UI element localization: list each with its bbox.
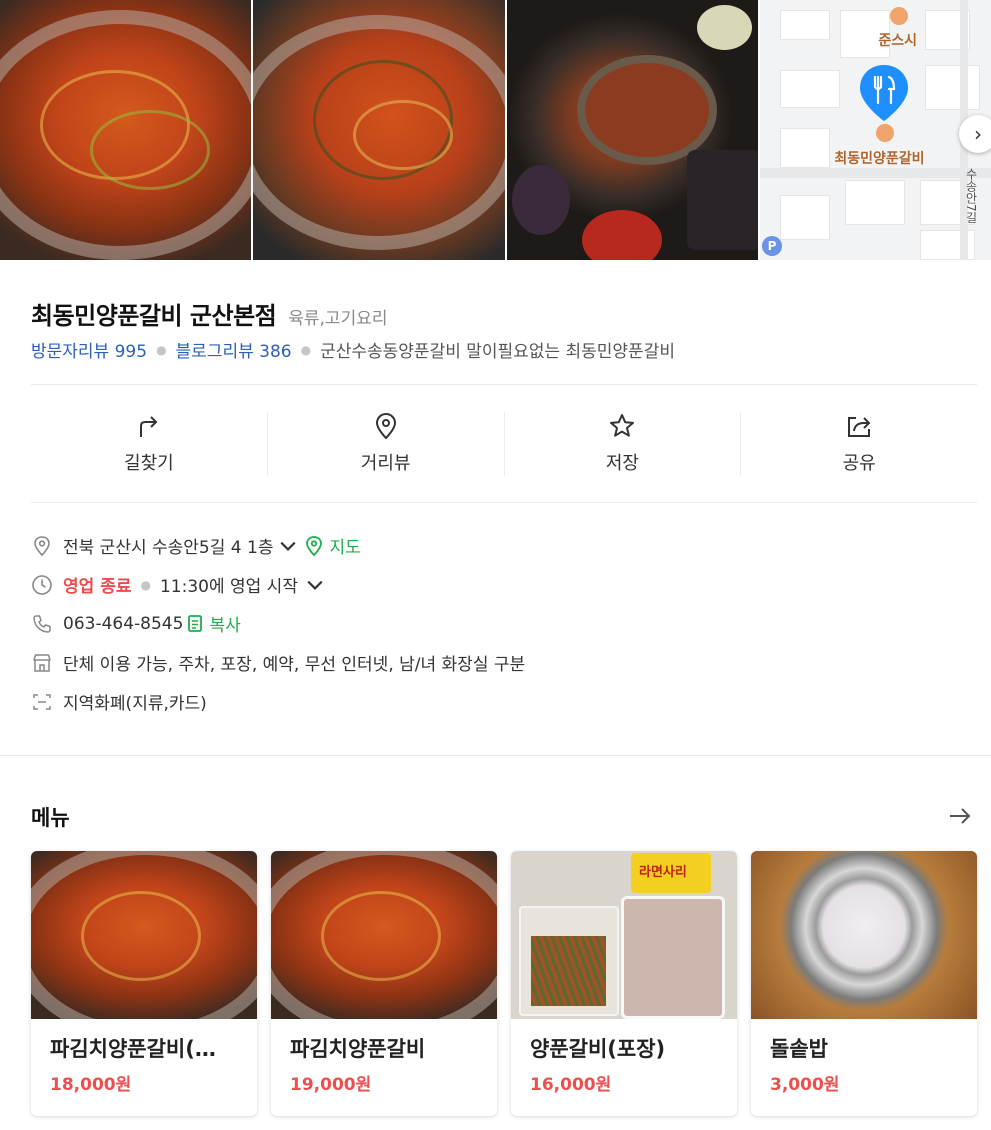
- directions-icon: [139, 416, 158, 437]
- menu-card[interactable]: 파김치양푼갈비(… 18,000원: [31, 851, 257, 1116]
- address-text: 전북 군산시 수송안5길 4 1층: [63, 538, 274, 558]
- clock-icon: [32, 574, 52, 595]
- map-pin-icon[interactable]: [858, 63, 910, 123]
- menu-photo: [31, 851, 257, 1019]
- menu-item-price: 3,000원: [770, 1075, 840, 1095]
- menu-card[interactable]: 파김치양푼갈비 19,000원: [271, 851, 497, 1116]
- payment-text: 지역화폐(지류,카드): [63, 694, 207, 714]
- divider: [31, 502, 977, 503]
- map-pin-label: 최동민양푼갈비: [834, 151, 925, 167]
- photo-next-button[interactable]: ›: [959, 115, 991, 153]
- store-icon: [33, 653, 51, 672]
- chevron-down-icon[interactable]: [279, 537, 297, 555]
- menu-item-name: 파김치양푼갈비: [290, 1037, 426, 1061]
- payment-row: 지역화폐(지류,카드): [31, 689, 207, 714]
- phone-number[interactable]: 063-464-8545: [63, 614, 183, 634]
- save-label: 저장: [605, 453, 639, 474]
- opening-hours: 11:30에 영업 시작: [159, 577, 298, 597]
- location-icon: [34, 535, 50, 556]
- separator-dot: ●: [300, 342, 312, 357]
- menu-item-price: 16,000원: [530, 1075, 612, 1095]
- menu-item-name: 파김치양푼갈비(…: [50, 1037, 216, 1061]
- review-row: 방문자리뷰 995 ● 블로그리뷰 386 ● 군산수송동양푼갈비 말이필요없는…: [31, 337, 675, 362]
- visitor-review-link[interactable]: 방문자리뷰 995: [31, 337, 147, 362]
- separator-dot: ●: [156, 342, 167, 357]
- hours-row: 영업 종료 ● 11:30에 영업 시작: [31, 572, 324, 597]
- star-icon: [610, 414, 635, 437]
- phone-row: 063-464-8545 복사: [31, 611, 241, 636]
- food-photo-1[interactable]: [0, 0, 252, 260]
- menu-section-title: 메뉴: [31, 806, 70, 830]
- save-button[interactable]: 저장: [505, 412, 742, 476]
- copy-button[interactable]: 복사: [209, 611, 240, 636]
- share-label: 공유: [842, 453, 876, 474]
- map-poi-label: 준스시: [878, 33, 918, 49]
- phone-icon: [33, 614, 51, 633]
- chevron-right-icon: ›: [974, 122, 982, 146]
- menu-item-name: 양푼갈비(포장): [530, 1037, 666, 1061]
- street-view-icon: [375, 412, 396, 440]
- menu-photo: [271, 851, 497, 1019]
- blog-review-link[interactable]: 블로그리뷰 386: [176, 337, 292, 362]
- menu-card[interactable]: 라면사리 양푼갈비(포장) 16,000원: [511, 851, 737, 1116]
- business-status: 영업 종료: [63, 577, 132, 597]
- divider: [31, 384, 977, 385]
- arrow-right-icon[interactable]: [948, 806, 972, 826]
- place-name: 최동민양푼갈비 군산본점: [31, 302, 277, 330]
- amenities-row: 단체 이용 가능, 주차, 포장, 예약, 무선 인터넷, 남/녀 화장실 구분: [31, 650, 525, 675]
- menu-photo: [751, 851, 977, 1019]
- restaurant-poi-icon: [890, 7, 909, 25]
- directions-button[interactable]: 길찾기: [31, 412, 268, 476]
- amenities-text: 단체 이용 가능, 주차, 포장, 예약, 무선 인터넷, 남/녀 화장실 구분: [63, 655, 526, 675]
- scan-icon: [33, 693, 51, 710]
- menu-card[interactable]: 돌솥밥 3,000원: [751, 851, 977, 1116]
- map-link[interactable]: 지도: [329, 533, 360, 558]
- package-label: 라면사리: [639, 865, 687, 880]
- chevron-down-icon[interactable]: [306, 576, 324, 594]
- place-title-row: 최동민양푼갈비 군산본점 육류,고기요리: [31, 296, 388, 331]
- food-photo-3[interactable]: [506, 0, 759, 260]
- menu-item-price: 18,000원: [50, 1075, 132, 1095]
- menu-photo: 라면사리: [511, 851, 737, 1019]
- address-row: 전북 군산시 수송안5길 4 1층 지도: [31, 533, 361, 558]
- street-label: 수송안7길: [964, 168, 978, 224]
- place-tagline: 군산수송동양푼갈비 말이필요없는 최동민양푼갈비: [320, 342, 675, 362]
- place-category: 육류,고기요리: [288, 309, 388, 329]
- directions-label: 길찾기: [124, 453, 174, 474]
- restaurant-poi-icon: [876, 124, 895, 142]
- photo-strip: 준스시 최동민양푼갈비: [0, 0, 991, 260]
- menu-item-price: 19,000원: [290, 1075, 372, 1095]
- street-view-button[interactable]: 거리뷰: [268, 412, 505, 476]
- food-photo-2[interactable]: [253, 0, 505, 260]
- share-icon: [848, 417, 871, 437]
- action-bar: 길찾기 거리뷰 저장 공유: [31, 412, 977, 476]
- share-button[interactable]: 공유: [741, 412, 977, 476]
- street-view-label: 거리뷰: [360, 453, 411, 474]
- map-tile[interactable]: 준스시 최동민양푼갈비: [760, 0, 991, 260]
- section-divider: [0, 755, 991, 756]
- parking-icon: P: [762, 236, 782, 256]
- separator-dot: ●: [140, 577, 151, 592]
- copy-icon: [188, 614, 203, 632]
- menu-item-name: 돌솥밥: [770, 1037, 828, 1061]
- map-marker-icon: [306, 535, 323, 556]
